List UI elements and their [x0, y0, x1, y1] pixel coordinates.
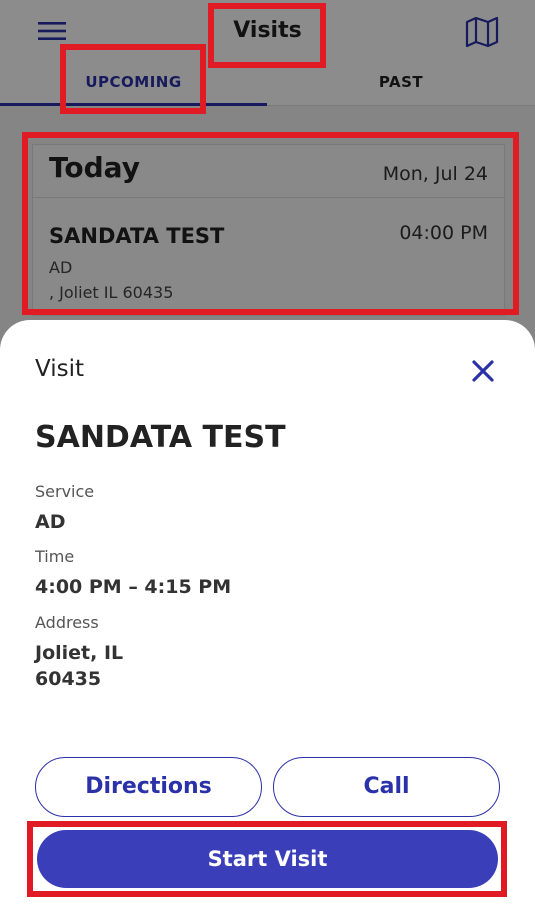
client-name: SANDATA TEST	[35, 420, 286, 455]
highlight-visit-card	[22, 132, 519, 315]
highlight-title	[208, 3, 326, 68]
highlight-upcoming-tab	[60, 44, 206, 114]
highlight-start-visit	[27, 821, 507, 897]
close-icon[interactable]	[470, 358, 496, 384]
call-button[interactable]: Call	[273, 757, 500, 817]
address-line-1: Joliet, IL	[35, 642, 124, 664]
address-line-2: 60435	[35, 668, 102, 690]
service-value: AD	[35, 511, 66, 533]
time-label: Time	[35, 547, 75, 566]
service-label: Service	[35, 482, 95, 501]
sheet-title: Visit	[35, 356, 85, 382]
directions-button[interactable]: Directions	[35, 757, 262, 817]
visits-screen: Visits UPCOMING PAST Today Mon, Jul 24 S…	[0, 0, 535, 913]
address-label: Address	[35, 613, 99, 632]
time-value: 4:00 PM – 4:15 PM	[35, 576, 232, 598]
